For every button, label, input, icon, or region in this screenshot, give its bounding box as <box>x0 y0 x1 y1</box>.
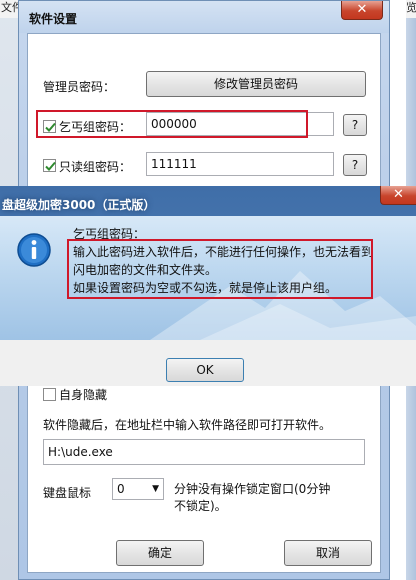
settings-title: 软件设置 <box>29 12 78 26</box>
message-dialog: 盘超级加密3000（正式版） ✕ 乞丐组密码： 输入此密码进入软件后，不能进行任… <box>0 186 416 386</box>
lock-description-line2: 不锁定)。 <box>174 499 227 513</box>
ok-button[interactable]: 确定 <box>116 540 204 566</box>
lock-description-line1: 分钟没有操作锁定窗口(0分钟 <box>174 482 331 496</box>
background-app-menu-label-right: 览 <box>406 0 416 18</box>
cancel-button[interactable]: 取消 <box>284 540 372 566</box>
message-footer: OK <box>0 340 416 386</box>
check-icon <box>45 161 56 171</box>
hidden-hint-text: 软件隐藏后，在地址栏中输入软件路径即可打开软件。 <box>43 418 332 432</box>
message-ok-button[interactable]: OK <box>166 358 244 382</box>
lock-minutes-select[interactable]: 0 ▼ <box>112 478 164 500</box>
admin-password-label: 管理员密码： <box>43 80 116 94</box>
settings-close-button[interactable]: ✕ <box>341 1 383 20</box>
self-hide-label: 自身隐藏 <box>59 388 108 402</box>
readonly-group-help-button[interactable]: ? <box>343 154 367 176</box>
modify-admin-password-button[interactable]: 修改管理员密码 <box>146 71 366 97</box>
readonly-group-checkbox[interactable] <box>43 159 56 172</box>
beggar-group-help-button[interactable]: ? <box>343 114 367 136</box>
lock-minutes-value: 0 <box>117 482 125 496</box>
self-hide-checkbox[interactable] <box>43 388 56 401</box>
chevron-down-icon: ▼ <box>152 484 159 494</box>
software-path-field[interactable]: H:\ude.exe <box>43 439 365 465</box>
message-content: 乞丐组密码： 输入此密码进入软件后，不能进行任何操作，也无法看到 闪电加密的文件… <box>0 216 416 340</box>
highlight-box-beggar <box>36 110 308 138</box>
message-close-button[interactable]: ✕ <box>380 186 416 205</box>
keyboard-mouse-label: 键盘鼠标 <box>43 486 92 500</box>
message-title: 盘超级加密3000（正式版） <box>2 198 156 212</box>
readonly-group-password-field[interactable]: 111111 <box>146 152 334 176</box>
info-icon <box>17 233 51 267</box>
highlight-box-message <box>67 239 373 299</box>
readonly-group-label: 只读组密码： <box>59 160 132 174</box>
settings-titlebar: 软件设置 ✕ <box>19 1 389 33</box>
